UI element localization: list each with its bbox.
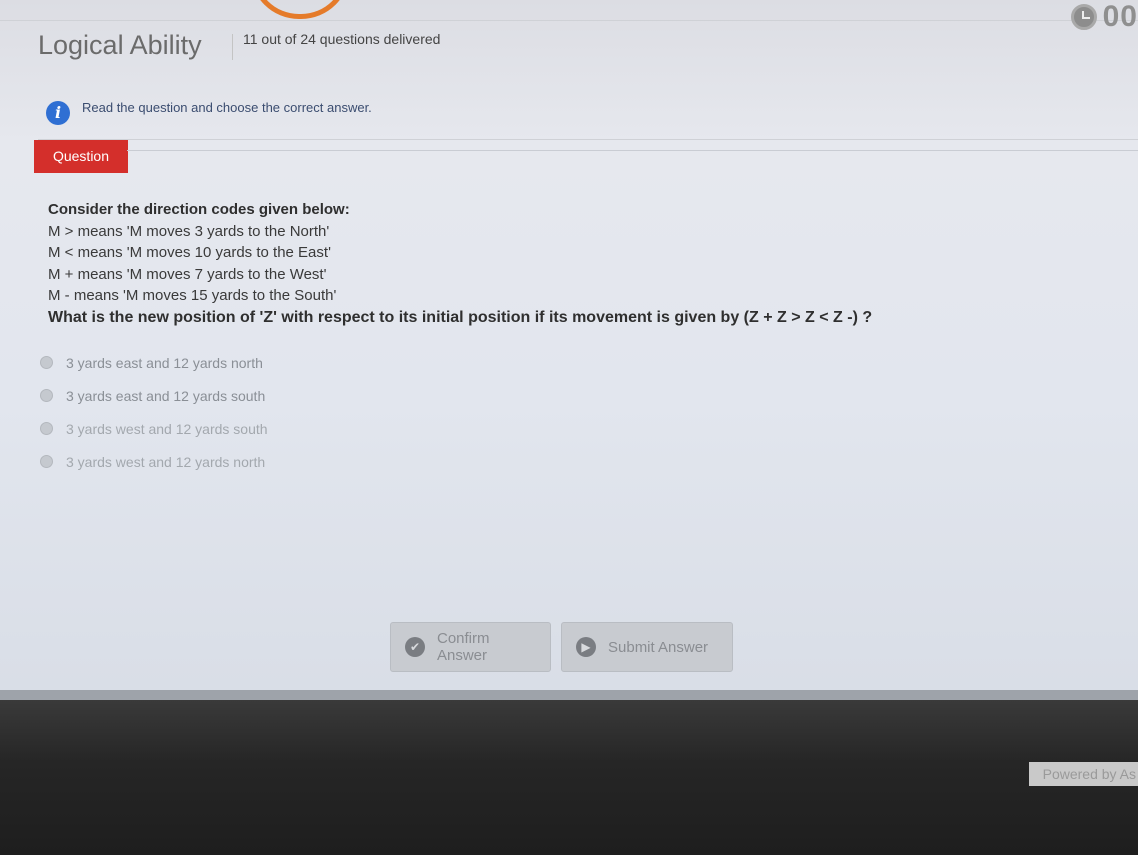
radio-button[interactable] <box>40 422 53 435</box>
instruction-text: Read the question and choose the correct… <box>82 100 372 115</box>
powered-by-text: Powered by As <box>1028 762 1138 786</box>
answer-options: 3 yards east and 12 yards north 3 yards … <box>40 346 268 478</box>
answer-option[interactable]: 3 yards east and 12 yards north <box>40 346 268 379</box>
info-icon: i <box>46 101 70 125</box>
submit-answer-label: Submit Answer <box>608 638 709 656</box>
brand-logo <box>250 0 350 19</box>
action-buttons: ✔ Confirm Answer ▶ Submit Answer <box>390 622 733 672</box>
header-divider <box>0 20 1138 21</box>
question-progress: 11 out of 24 questions delivered <box>243 31 441 47</box>
direction-code: M - means 'M moves 15 yards to the South… <box>48 287 337 304</box>
answer-option[interactable]: 3 yards east and 12 yards south <box>40 379 268 412</box>
radio-button[interactable] <box>40 356 53 369</box>
question-intro: Consider the direction codes given below… <box>48 201 350 218</box>
answer-option[interactable]: 3 yards west and 12 yards south <box>40 412 268 445</box>
clock-icon <box>1070 4 1097 30</box>
section-title: Logical Ability <box>38 30 202 60</box>
checkmark-icon: ✔ <box>405 637 425 657</box>
confirm-answer-button[interactable]: ✔ Confirm Answer <box>390 622 551 672</box>
monitor-bezel <box>0 700 1138 855</box>
direction-code: M < means 'M moves 10 yards to the East' <box>48 244 331 261</box>
radio-button[interactable] <box>40 455 53 468</box>
title-separator <box>232 34 233 60</box>
question-tab-divider <box>127 150 1138 151</box>
radio-button[interactable] <box>40 389 53 402</box>
timer-value: 00 <box>1102 0 1138 33</box>
answer-option-label: 3 yards west and 12 yards south <box>66 420 268 437</box>
question-text: What is the new position of 'Z' with res… <box>48 308 873 326</box>
answer-option-label: 3 yards east and 12 yards south <box>66 387 266 404</box>
timer: 00 <box>1070 0 1138 34</box>
answer-option-label: 3 yards west and 12 yards north <box>66 453 266 470</box>
direction-code: M > means 'M moves 3 yards to the North' <box>48 222 330 240</box>
question-tab: Question <box>34 140 128 173</box>
instruction-divider <box>38 139 1138 140</box>
answer-option-label: 3 yards east and 12 yards north <box>66 354 263 371</box>
direction-code: M + means 'M moves 7 yards to the West' <box>48 265 327 283</box>
submit-answer-button[interactable]: ▶ Submit Answer <box>561 622 733 672</box>
play-icon: ▶ <box>576 637 596 657</box>
answer-option[interactable]: 3 yards west and 12 yards north <box>40 445 268 478</box>
confirm-answer-label: Confirm Answer <box>437 630 490 664</box>
exam-screen: 00 Logical Ability 11 out of 24 question… <box>0 0 1138 720</box>
question-body: Consider the direction codes given below… <box>48 199 872 328</box>
